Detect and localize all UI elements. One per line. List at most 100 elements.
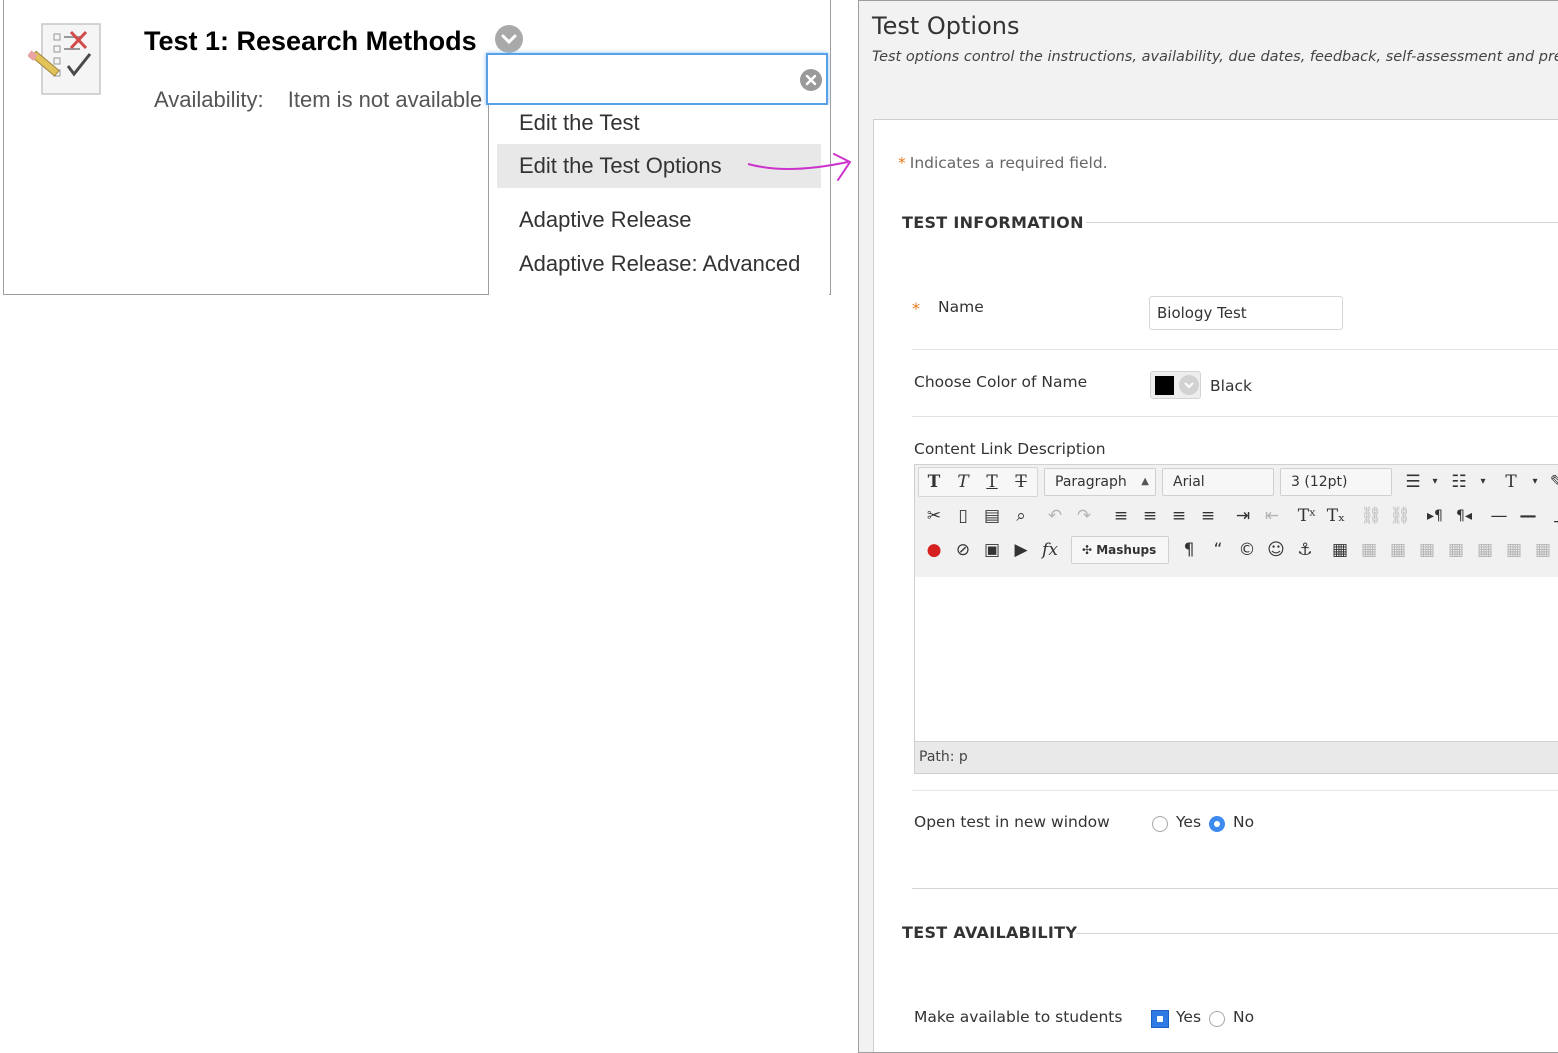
image-icon[interactable]: ▣: [979, 536, 1005, 564]
open-new-window-no-radio[interactable]: [1209, 816, 1225, 832]
table-icon[interactable]: ▦: [1327, 536, 1353, 564]
chevron-down-icon[interactable]: ▾: [1422, 468, 1448, 496]
mashups-label: Mashups: [1096, 543, 1157, 557]
color-swatch: [1155, 376, 1174, 395]
make-available-yes-radio[interactable]: [1151, 1010, 1169, 1028]
align-left-icon[interactable]: ≡: [1108, 502, 1134, 530]
editor-path-bar: Path: p: [915, 741, 1558, 773]
open-new-window-yes-radio[interactable]: [1152, 816, 1168, 832]
paragraph-icon[interactable]: ¶: [1176, 536, 1202, 564]
highlight-icon[interactable]: ✎: [1544, 468, 1558, 496]
name-field[interactable]: [1149, 296, 1343, 330]
table-split-icon[interactable]: ▦: [1443, 536, 1469, 564]
name-label: Name: [938, 298, 984, 316]
chevron-down-icon[interactable]: ▾: [1470, 468, 1496, 496]
table-col-icon[interactable]: ▦: [1385, 536, 1411, 564]
make-available-yes-label: Yes: [1176, 1008, 1202, 1026]
unlink-icon[interactable]: ⛓: [1387, 502, 1413, 530]
availability-value: Item is not available: [287, 87, 483, 112]
justify-icon[interactable]: ≡: [1195, 502, 1221, 530]
required-note: * Indicates a required field.: [898, 154, 1108, 172]
chevron-down-icon[interactable]: [495, 25, 523, 53]
required-note-text: Indicates a required field.: [909, 154, 1108, 172]
find-icon[interactable]: ⌕: [1008, 502, 1034, 530]
editor-content-area[interactable]: [915, 577, 1558, 741]
toolbar-row-3: ● ⊘ ▣ ▶ fx ✣ Mashups ¶ “ © ☺ ⚓ ▦ ▦ ▦ ▦ ▦: [918, 535, 1558, 565]
chevron-down-icon[interactable]: [1179, 375, 1199, 395]
numbered-list-icon[interactable]: ☷: [1446, 468, 1472, 496]
anchor-icon[interactable]: ⚓: [1292, 536, 1318, 564]
menu-search-input[interactable]: [486, 53, 828, 105]
required-star: *: [898, 154, 906, 172]
subscript-icon[interactable]: Tₓ: [1323, 502, 1349, 530]
ltr-icon[interactable]: ▸¶: [1422, 502, 1448, 530]
open-new-window-no-label: No: [1233, 813, 1255, 831]
availability-line: Availability: Item is not available: [154, 87, 482, 113]
media-icon[interactable]: ▶: [1008, 536, 1034, 564]
font-select-value: Arial: [1173, 474, 1205, 490]
superscript-icon[interactable]: Tˣ: [1294, 502, 1320, 530]
make-available-no-radio[interactable]: [1209, 1011, 1225, 1027]
copy-icon[interactable]: ▯: [950, 502, 976, 530]
attachment-icon[interactable]: ⊘: [950, 536, 976, 564]
table-cell-icon[interactable]: ▦: [1414, 536, 1440, 564]
table-props-icon[interactable]: ▦: [1530, 536, 1556, 564]
size-select[interactable]: 3 (12pt): [1280, 468, 1392, 496]
open-new-window-yes-label: Yes: [1176, 813, 1202, 831]
size-select-value: 3 (12pt): [1291, 474, 1348, 490]
cut-icon[interactable]: ✂: [921, 502, 947, 530]
bold-icon[interactable]: T: [921, 468, 947, 496]
page-title: Test Options: [872, 12, 1020, 40]
copyright-icon[interactable]: ©: [1234, 536, 1260, 564]
outdent-icon[interactable]: ⇤: [1259, 502, 1285, 530]
italic-icon[interactable]: T: [950, 468, 976, 496]
redo-icon[interactable]: ↷: [1071, 502, 1097, 530]
toolbar-row-2: ✂ ▯ ▤ ⌕ ↶ ↷ ≡ ≡ ≡ ≡ ⇥ ⇤ Tˣ Tₓ ⛓ ⛓ ▸¶ ¶◂ …: [918, 501, 1558, 531]
menu-item-adaptive-release[interactable]: Adaptive Release: [497, 198, 821, 242]
rtl-icon[interactable]: ¶◂: [1451, 502, 1477, 530]
youtube-icon[interactable]: ●: [921, 536, 947, 564]
table-row-icon[interactable]: ▦: [1356, 536, 1382, 564]
paste-icon[interactable]: ▤: [979, 502, 1005, 530]
link-icon[interactable]: ⛓: [1358, 502, 1384, 530]
math-icon[interactable]: fx: [1037, 536, 1063, 564]
table-delete-icon[interactable]: ▦: [1501, 536, 1527, 564]
content-link-label: Content Link Description: [914, 440, 1106, 458]
test-document-icon: [27, 22, 104, 96]
format-select[interactable]: Paragraph ▲: [1044, 468, 1156, 496]
underline-icon[interactable]: T: [979, 468, 1005, 496]
undo-icon[interactable]: ↶: [1042, 502, 1068, 530]
strikethrough-icon[interactable]: T: [1008, 468, 1034, 496]
page-description: Test options control the instructions, a…: [872, 49, 1558, 65]
row-divider: [912, 888, 1558, 889]
row-divider: [912, 790, 1558, 791]
quote-icon[interactable]: “: [1205, 536, 1231, 564]
test-options-panel: Test Options Test options control the in…: [858, 0, 1558, 1053]
test-title[interactable]: Test 1: Research Methods: [144, 26, 477, 57]
menu-item-adaptive-release-advanced[interactable]: Adaptive Release: Advanced: [497, 242, 821, 286]
align-right-icon[interactable]: ≡: [1166, 502, 1192, 530]
emoticon-icon[interactable]: ☺: [1263, 536, 1289, 564]
mashups-select[interactable]: ✣ Mashups: [1071, 536, 1169, 564]
updown-icon: ▲: [1141, 476, 1149, 487]
clear-icon[interactable]: [800, 69, 822, 91]
indent-icon[interactable]: ⇥: [1230, 502, 1256, 530]
horizontal-rule-icon[interactable]: —: [1486, 502, 1512, 530]
context-menu: Edit the Test Edit the Test Options Adap…: [488, 105, 829, 295]
rich-text-editor: T T T T Paragraph ▲ Arial 3 (12pt) ☰ ▾ ☷ …: [914, 464, 1558, 774]
menu-item-edit-test[interactable]: Edit the Test: [497, 101, 821, 145]
make-available-label: Make available to students: [914, 1008, 1123, 1026]
row-divider: [912, 416, 1558, 417]
table-merge-icon[interactable]: ▦: [1472, 536, 1498, 564]
color-picker[interactable]: [1150, 371, 1201, 399]
align-center-icon[interactable]: ≡: [1137, 502, 1163, 530]
name-required-star: *: [912, 299, 920, 318]
availability-label: Availability:: [154, 87, 264, 112]
more-icon[interactable]: ⌟: [1544, 502, 1558, 530]
font-select[interactable]: Arial: [1162, 468, 1274, 496]
toolbar-row-1: T T T T Paragraph ▲ Arial 3 (12pt) ☰ ▾ ☷ …: [918, 467, 1558, 497]
row-divider: [912, 349, 1558, 350]
line-icon[interactable]: —: [1515, 502, 1541, 530]
text-color-icon[interactable]: T: [1498, 468, 1524, 496]
pointer-arrow-icon: [747, 153, 852, 181]
